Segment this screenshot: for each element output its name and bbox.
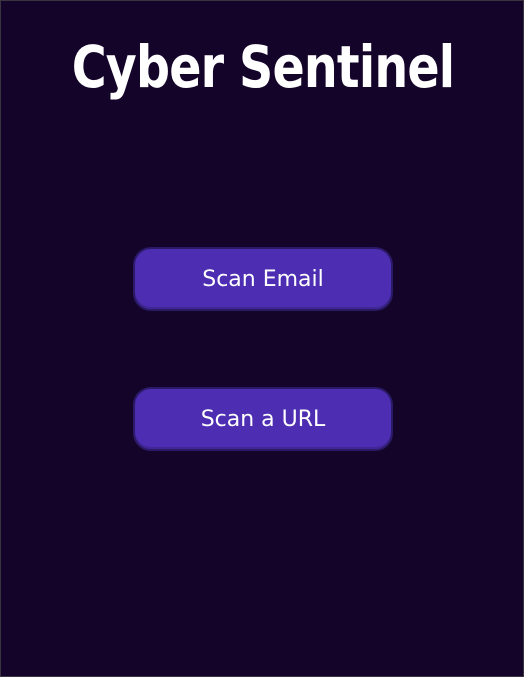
scan-email-label: Scan Email bbox=[202, 266, 324, 292]
scan-url-label: Scan a URL bbox=[200, 406, 326, 432]
scan-url-button[interactable]: Scan a URL bbox=[133, 387, 393, 451]
scan-email-button[interactable]: Scan Email bbox=[133, 247, 393, 311]
app-title: Cyber Sentinel bbox=[71, 33, 455, 101]
app-window: Cyber Sentinel Scan Email Scan a URL bbox=[0, 0, 524, 677]
